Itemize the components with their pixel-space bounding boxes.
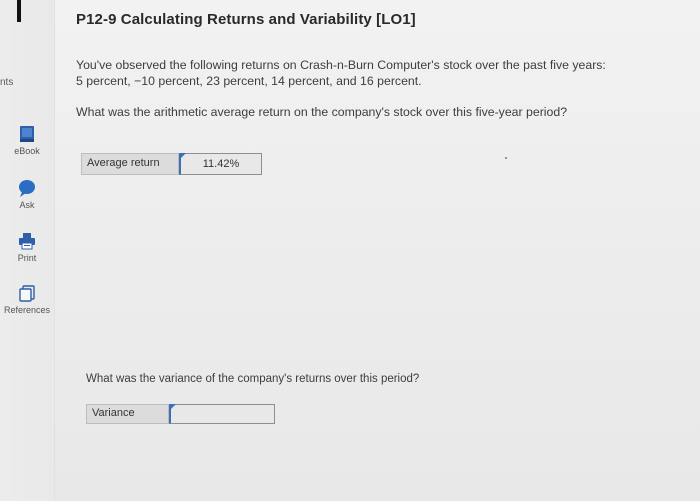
sidebar-item-label: eBook bbox=[14, 146, 40, 156]
sidebar-item-print[interactable]: Print bbox=[0, 231, 54, 263]
answer-row-average-return: Average return 11.42% bbox=[81, 153, 262, 175]
sidebar-marker bbox=[17, 0, 21, 22]
sidebar-item-ebook[interactable]: eBook bbox=[0, 124, 54, 156]
question-average-return: What was the arithmetic average return o… bbox=[76, 105, 568, 119]
variance-label: Variance bbox=[86, 404, 169, 424]
printer-icon bbox=[19, 233, 35, 250]
average-return-label: Average return bbox=[81, 153, 179, 175]
sidebar-item-ask[interactable]: Ask bbox=[0, 178, 54, 210]
page-title: P12-9 Calculating Returns and Variabilit… bbox=[76, 11, 416, 28]
variance-input[interactable] bbox=[169, 404, 275, 424]
input-flag-marker bbox=[170, 404, 176, 410]
decorative-dot bbox=[505, 157, 507, 159]
average-return-value: 11.42% bbox=[202, 158, 240, 170]
references-icon bbox=[19, 285, 35, 302]
answer-row-variance: Variance bbox=[86, 404, 275, 424]
ebook-icon bbox=[20, 126, 34, 142]
chat-bubble-icon bbox=[19, 180, 35, 197]
sidebar-item-label: References bbox=[3, 305, 51, 315]
left-sidebar: nts eBook Ask Print References bbox=[0, 0, 55, 501]
sidebar-item-label: Print bbox=[17, 253, 37, 263]
question-variance: What was the variance of the company's r… bbox=[86, 373, 420, 385]
input-flag-marker bbox=[180, 153, 186, 159]
points-label: nts bbox=[0, 77, 14, 88]
average-return-input[interactable]: 11.42% bbox=[179, 153, 262, 175]
assignment-page: nts eBook Ask Print References P12-9 Cal… bbox=[0, 0, 700, 501]
sidebar-item-label: Ask bbox=[19, 200, 35, 210]
sidebar-item-references[interactable]: References bbox=[0, 283, 54, 315]
problem-intro: You've observed the following returns on… bbox=[76, 58, 606, 88]
